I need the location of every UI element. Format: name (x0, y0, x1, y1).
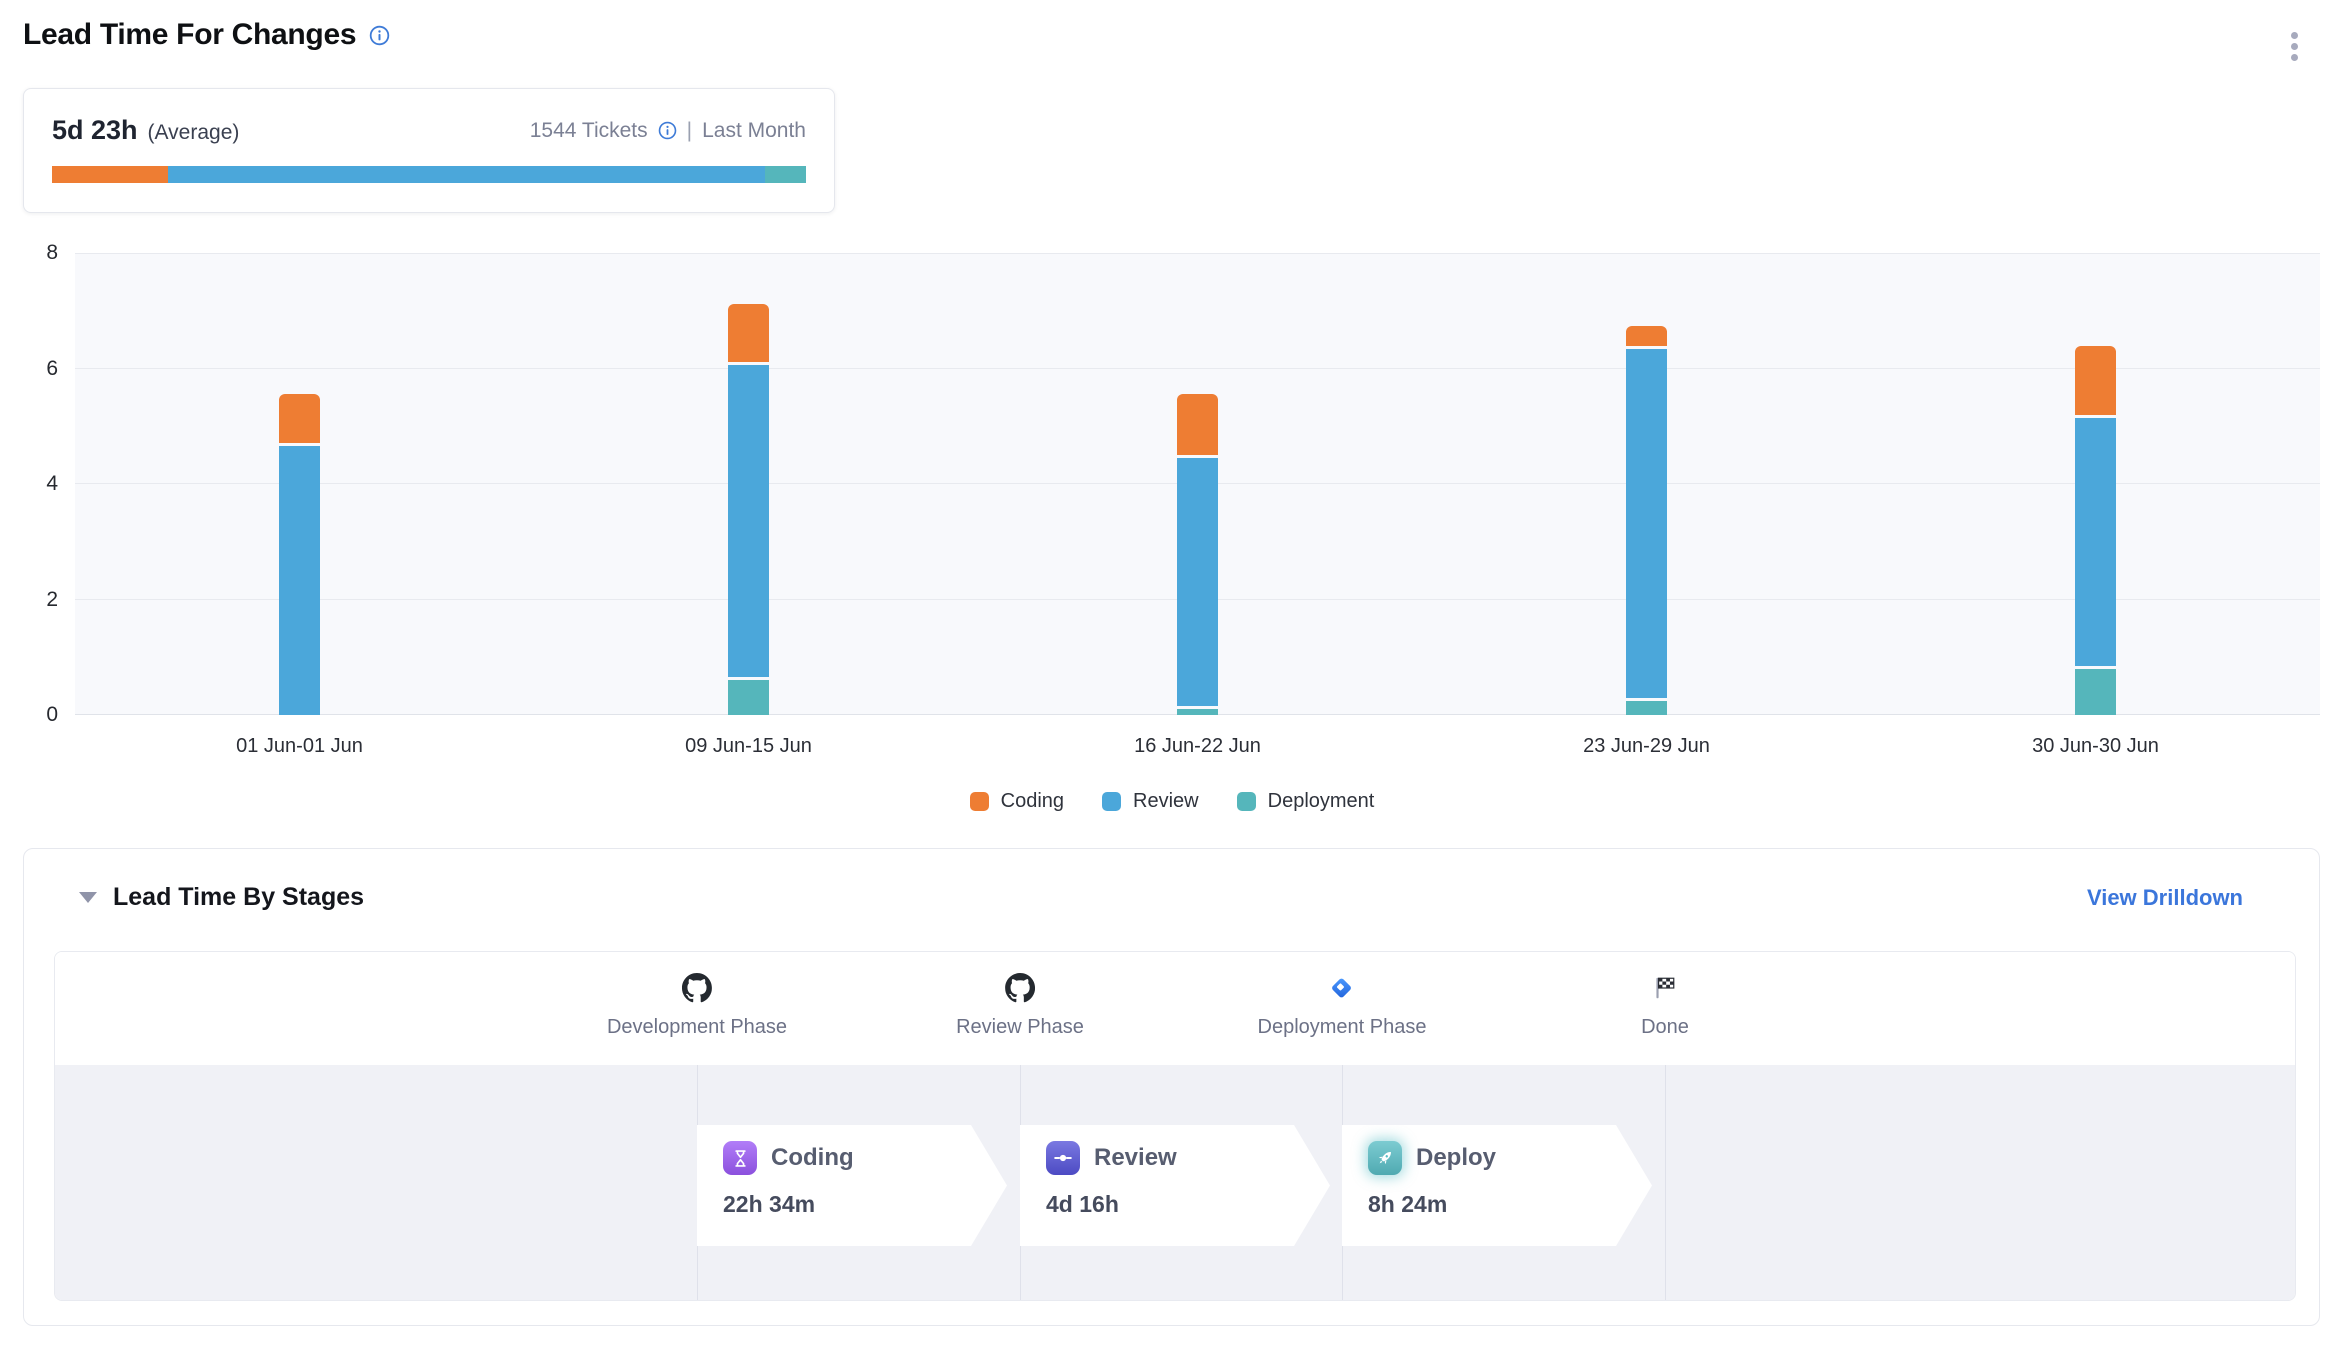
stage-card-deploy: Deploy 8h 24m (1342, 1125, 1652, 1246)
bar-segment-deployment[interactable] (1626, 701, 1667, 715)
stacked-bar-2[interactable] (728, 304, 769, 715)
stacked-bar-1[interactable] (279, 394, 320, 715)
legend-item-coding[interactable]: Coding (970, 790, 1064, 813)
phase-marker-done: Done (1641, 972, 1689, 1039)
stage-duration: 8h 24m (1368, 1191, 1652, 1218)
bar-segment-coding[interactable] (1626, 326, 1667, 346)
stages-body: Coding 22h 34m Review 4d 16h (55, 1065, 2295, 1300)
stacked-bar-4[interactable] (1626, 326, 1667, 715)
bar-slot (973, 253, 1422, 715)
y-tick-label: 0 (0, 703, 58, 727)
bar-segment-deployment[interactable] (728, 680, 769, 715)
bar-segment-coding[interactable] (279, 394, 320, 443)
bar-segment-review[interactable] (2075, 418, 2116, 666)
separator: | (687, 119, 692, 143)
stage-card-review: Review 4d 16h (1020, 1125, 1330, 1246)
kebab-dot (2291, 43, 2298, 50)
phase-header-row: Development Phase Review Phase (55, 952, 2295, 1066)
legend-item-review[interactable]: Review (1102, 790, 1199, 813)
bar-slots (75, 253, 2320, 715)
y-tick-label: 6 (0, 357, 58, 381)
chart-plot (75, 253, 2320, 715)
rocket-icon (1368, 1141, 1402, 1175)
summary-progress-segment-review (168, 166, 764, 183)
hourglass-icon (723, 1141, 757, 1175)
category-label: 16 Jun-22 Jun (973, 735, 1422, 758)
view-drilldown-link[interactable]: View Drilldown (2087, 885, 2243, 911)
category-label: 23 Jun-29 Jun (1422, 735, 1871, 758)
legend-label: Coding (1001, 790, 1064, 813)
phase-label: Deployment Phase (1258, 1016, 1427, 1039)
bar-segment-review[interactable] (1626, 349, 1667, 698)
y-tick-label: 2 (0, 588, 58, 612)
stages-section-title: Lead Time By Stages (113, 883, 364, 912)
category-label: 30 Jun-30 Jun (1871, 735, 2320, 758)
info-icon[interactable] (658, 121, 677, 140)
stage-card-coding: Coding 22h 34m (697, 1125, 1007, 1246)
legend-label: Review (1133, 790, 1199, 813)
stage-label: Review (1094, 1144, 1177, 1172)
phase-label: Development Phase (607, 1016, 787, 1039)
stage-label: Deploy (1416, 1144, 1496, 1172)
category-label: 01 Jun-01 Jun (75, 735, 524, 758)
code-review-icon (1046, 1141, 1080, 1175)
average-label: (Average) (148, 121, 240, 145)
jira-diamond-icon (1328, 972, 1356, 1004)
y-tick-label: 4 (0, 472, 58, 496)
summary-progress-bar (52, 166, 806, 183)
bar-segment-review[interactable] (1177, 458, 1218, 706)
collapse-chevron-icon[interactable] (79, 892, 97, 903)
legend-label: Deployment (1268, 790, 1375, 813)
checkered-flag-icon (1652, 972, 1678, 1004)
phase-label: Review Phase (956, 1016, 1084, 1039)
stacked-bar-5[interactable] (2075, 346, 2116, 715)
chart-x-labels: 01 Jun-01 Jun09 Jun-15 Jun16 Jun-22 Jun2… (75, 735, 2320, 758)
stacked-bar-3[interactable] (1177, 394, 1218, 715)
bar-slot (75, 253, 524, 715)
phase-marker-review: Review Phase (956, 972, 1084, 1039)
phase-label: Done (1641, 1016, 1689, 1039)
tickets-count: 1544 Tickets (530, 119, 648, 143)
stages-header: Lead Time By Stages View Drilldown (79, 883, 2243, 912)
chart-legend: Coding Review Deployment (0, 790, 2344, 813)
column-divider (1665, 1065, 1666, 1300)
phase-marker-deployment: Deployment Phase (1258, 972, 1427, 1039)
bar-slot (1871, 253, 2320, 715)
bar-slot (524, 253, 973, 715)
summary-progress-segment-deployment (765, 166, 806, 183)
page-header: Lead Time For Changes (23, 18, 390, 52)
period-label: Last Month (702, 119, 806, 143)
kebab-menu-button[interactable] (2287, 28, 2302, 65)
bar-segment-review[interactable] (728, 365, 769, 677)
legend-swatch (1237, 792, 1256, 811)
lead-time-by-stages-card: Lead Time By Stages View Drilldown Devel… (23, 848, 2320, 1326)
stage-duration: 22h 34m (723, 1191, 1007, 1218)
category-label: 09 Jun-15 Jun (524, 735, 973, 758)
bar-segment-deployment[interactable] (2075, 669, 2116, 715)
bar-slot (1422, 253, 1871, 715)
legend-swatch (1102, 792, 1121, 811)
github-icon (682, 972, 712, 1004)
chart-y-axis: 02468 (0, 253, 58, 715)
legend-swatch (970, 792, 989, 811)
page-title: Lead Time For Changes (23, 18, 356, 52)
github-icon (1005, 972, 1035, 1004)
bar-segment-review[interactable] (279, 446, 320, 715)
bar-segment-coding[interactable] (2075, 346, 2116, 415)
kebab-dot (2291, 54, 2298, 61)
kebab-dot (2291, 32, 2298, 39)
stage-duration: 4d 16h (1046, 1191, 1330, 1218)
legend-item-deployment[interactable]: Deployment (1237, 790, 1375, 813)
bar-segment-coding[interactable] (728, 304, 769, 362)
summary-progress-segment-coding (52, 166, 168, 183)
bar-segment-coding[interactable] (1177, 394, 1218, 455)
phase-marker-development: Development Phase (607, 972, 787, 1039)
stage-label: Coding (771, 1144, 854, 1172)
info-icon[interactable] (369, 25, 390, 46)
average-lead-time-value: 5d 23h (52, 115, 138, 146)
stages-panel: Development Phase Review Phase (54, 951, 2296, 1301)
bar-segment-deployment[interactable] (1177, 709, 1218, 715)
summary-card: 5d 23h (Average) 1544 Tickets | Last Mon… (23, 88, 835, 213)
y-tick-label: 8 (0, 241, 58, 265)
